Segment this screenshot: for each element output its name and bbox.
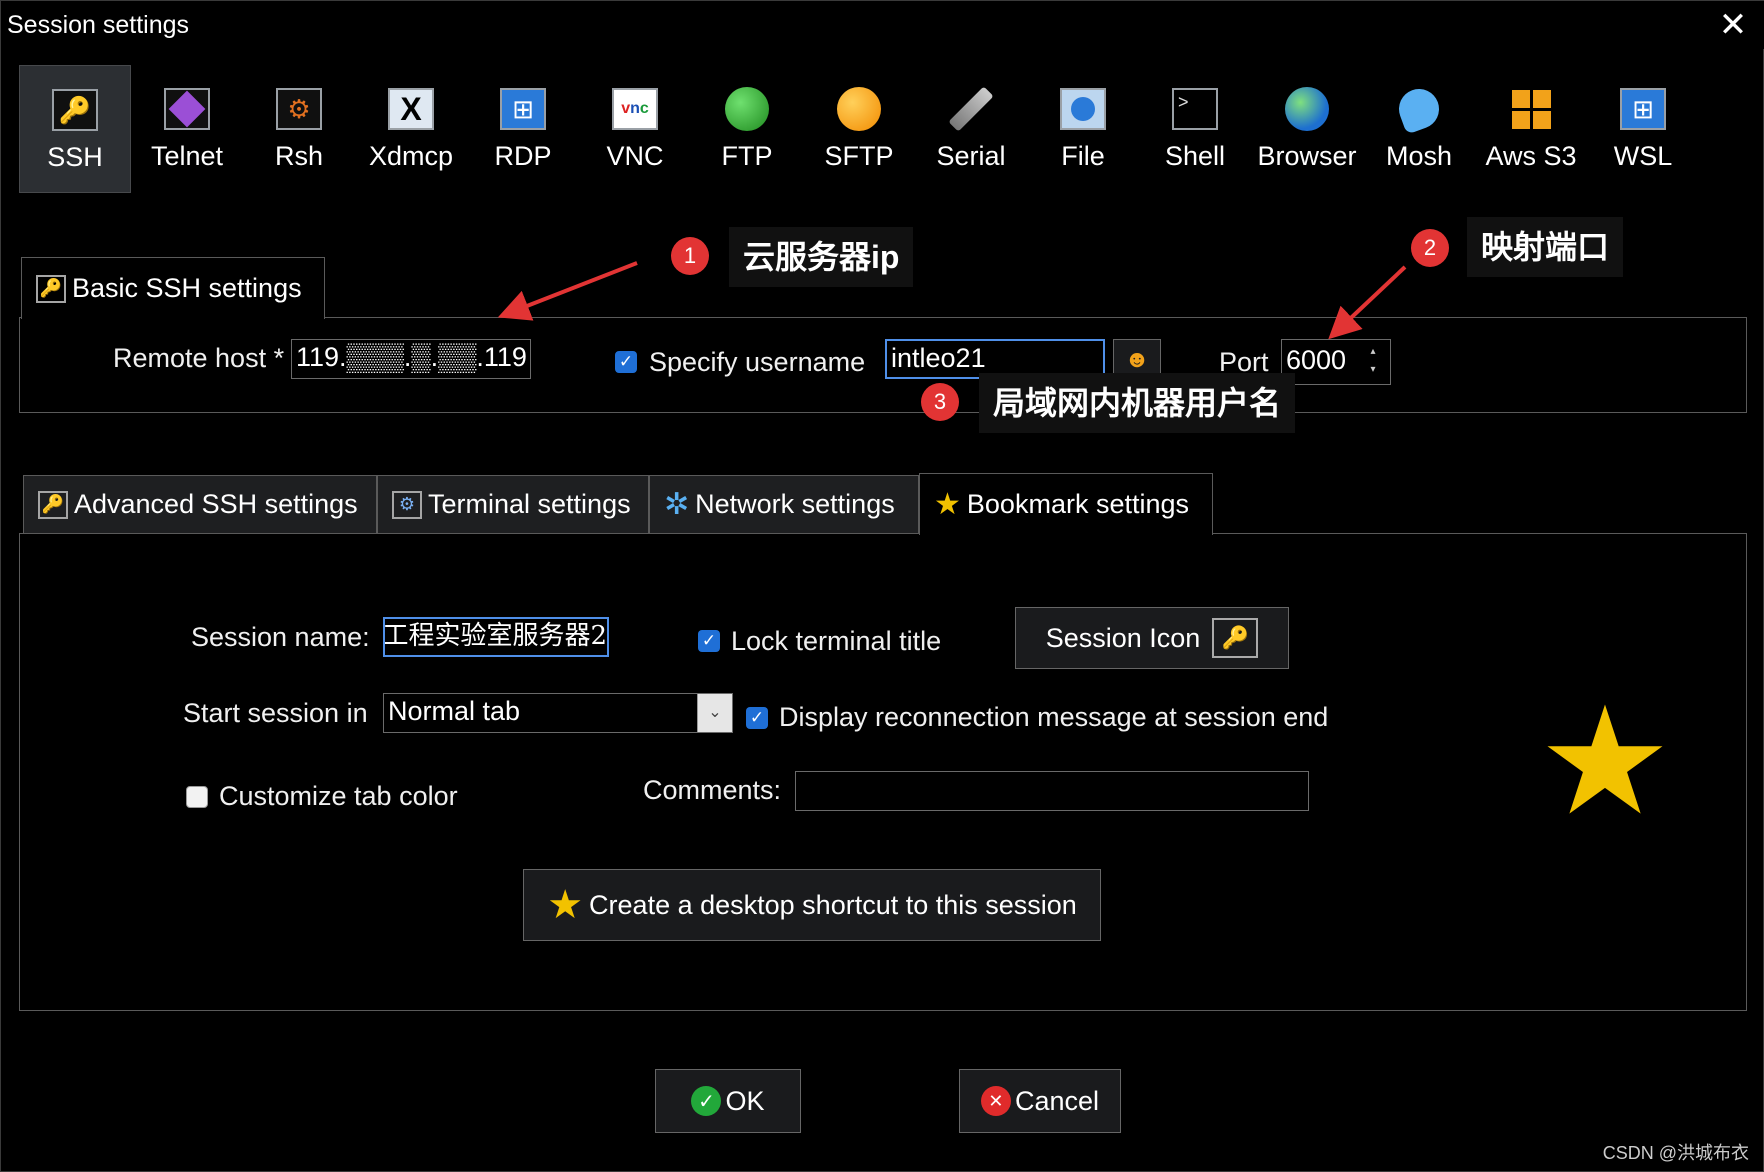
remote-host-label: Remote host * [113, 343, 285, 373]
session-type-xdmcp[interactable]: X Xdmcp [355, 65, 467, 193]
star-icon: ★ [934, 488, 961, 521]
key-icon: 🔑 [38, 490, 68, 519]
comments-input[interactable] [795, 771, 1309, 811]
start-session-in-label: Start session in [183, 698, 368, 728]
port-spinner[interactable]: ▴ ▾ [1363, 343, 1383, 381]
session-type-serial[interactable]: Serial [915, 65, 1027, 193]
x-display-icon: X [387, 85, 435, 133]
plug-icon [947, 85, 995, 133]
session-type-browser[interactable]: Browser [1251, 65, 1363, 193]
annotation-callout-2: 映射端口 [1467, 217, 1624, 277]
customize-tab-color-label: Customize tab color [219, 781, 458, 811]
key-icon: 🔑 [1212, 618, 1259, 658]
specify-username-label: Specify username [649, 347, 866, 377]
ok-button[interactable]: ✓ OK [655, 1069, 801, 1133]
session-type-file[interactable]: File [1027, 65, 1139, 193]
key-icon: 🔑 [51, 86, 99, 134]
comments-label: Comments: [643, 775, 782, 805]
key-icon: 🔑 [36, 274, 66, 303]
annotation-badge-1: 1 [671, 237, 709, 275]
network-icon: ✲ [664, 488, 690, 521]
display-reconnection-checkbox[interactable]: ✓ [746, 707, 768, 729]
gem-icon [163, 85, 211, 133]
customize-tab-color-checkbox[interactable]: ✓ [186, 786, 208, 808]
large-star-icon: ★ [1537, 677, 1673, 845]
windows-icon: ⊞ [499, 85, 547, 133]
session-type-aws-s3[interactable]: Aws S3 [1475, 65, 1587, 193]
x-circle-icon: ✕ [980, 1086, 1011, 1116]
lock-terminal-title-checkbox[interactable]: ✓ [698, 630, 720, 652]
globe-orange-icon [835, 85, 883, 133]
annotation-callout-1: 云服务器ip [729, 227, 914, 287]
session-type-sftp[interactable]: SFTP [803, 65, 915, 193]
cancel-button[interactable]: ✕ Cancel [959, 1069, 1121, 1133]
lock-terminal-title-label: Lock terminal title [731, 626, 942, 656]
annotation-badge-3: 3 [921, 383, 959, 421]
create-desktop-shortcut-button[interactable]: ★ Create a desktop shortcut to this sess… [523, 869, 1101, 941]
session-type-wsl[interactable]: ⊞ WSL [1587, 65, 1699, 193]
windows-icon: ⊞ [1619, 85, 1667, 133]
close-icon[interactable]: ✕ [1715, 7, 1751, 43]
terminal-icon: > [1171, 85, 1219, 133]
session-type-shell[interactable]: > Shell [1139, 65, 1251, 193]
session-type-rdp[interactable]: ⊞ RDP [467, 65, 579, 193]
satellite-icon [1393, 83, 1445, 135]
user-icon: ☻ [1124, 346, 1150, 373]
terminal-gear-icon: ⚙ [392, 490, 422, 519]
remote-host-input[interactable]: 119.▒▒▒.▒.▒▒.119 [291, 339, 531, 379]
monitor-globe-icon [1059, 85, 1107, 133]
specify-username-checkbox[interactable]: ✓ [615, 351, 637, 373]
session-settings-dialog: Session settings ✕ 🔑 SSH Telnet ⚙ Rsh X … [0, 0, 1764, 1172]
tab-terminal-settings[interactable]: ⚙ Terminal settings [377, 475, 649, 533]
gears-icon: ⚙ [275, 85, 323, 133]
session-type-vnc[interactable]: vnc VNC [579, 65, 691, 193]
display-reconnection-label: Display reconnection message at session … [779, 702, 1329, 732]
tab-bookmark-settings[interactable]: ★ Bookmark settings [919, 473, 1213, 535]
session-type-telnet[interactable]: Telnet [131, 65, 243, 193]
check-circle-icon: ✓ [691, 1086, 722, 1116]
session-name-label: Session name: [191, 622, 370, 652]
session-type-toolbar: 🔑 SSH Telnet ⚙ Rsh X Xdmcp ⊞ RDP vnc VNC… [19, 65, 1699, 193]
globe-green-icon [723, 85, 771, 133]
chevron-down-icon[interactable]: ⌄ [697, 694, 732, 732]
star-icon: ★ [547, 883, 584, 927]
arrow-1 [497, 261, 638, 321]
tab-advanced-ssh-settings[interactable]: 🔑 Advanced SSH settings [23, 475, 377, 533]
annotation-callout-3: 局域网内机器用户名 [979, 373, 1296, 433]
session-icon-button[interactable]: Session Icon 🔑 [1015, 607, 1289, 669]
window-title: Session settings [7, 11, 190, 39]
session-type-ssh[interactable]: 🔑 SSH [19, 65, 131, 193]
vnc-icon: vnc [611, 85, 659, 133]
globe-blue-icon [1283, 85, 1331, 133]
annotation-badge-2: 2 [1411, 229, 1449, 267]
start-session-in-select[interactable]: Normal tab [383, 693, 733, 733]
session-type-mosh[interactable]: Mosh [1363, 65, 1475, 193]
watermark: CSDN @洪城布衣 [1602, 1143, 1749, 1163]
session-name-input[interactable]: 工程实验室服务器2 [383, 617, 609, 657]
cubes-icon [1507, 85, 1555, 133]
session-type-ftp[interactable]: FTP [691, 65, 803, 193]
title-bar: Session settings ✕ [1, 1, 1764, 49]
tab-basic-ssh-settings[interactable]: 🔑 Basic SSH settings [21, 257, 325, 319]
session-type-rsh[interactable]: ⚙ Rsh [243, 65, 355, 193]
tab-network-settings[interactable]: ✲ Network settings [649, 475, 919, 533]
